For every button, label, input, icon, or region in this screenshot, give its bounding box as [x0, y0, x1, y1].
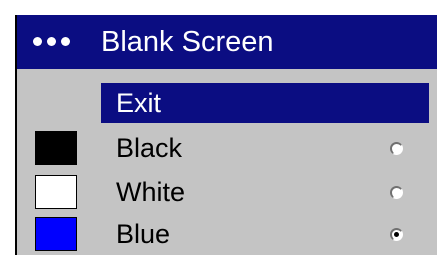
blank-screen-menu: Blank Screen Exit Black White Blue [15, 15, 439, 255]
blue-radio[interactable] [390, 228, 403, 241]
blue-swatch [35, 217, 77, 251]
black-swatch [35, 131, 77, 165]
option-label: White [116, 177, 186, 207]
menu-title: Blank Screen [101, 26, 274, 58]
option-blue[interactable]: Blue [17, 213, 437, 257]
white-radio[interactable] [390, 186, 403, 199]
option-white[interactable]: White [17, 171, 437, 215]
menu-title-bar: Blank Screen [17, 15, 437, 69]
black-radio[interactable] [390, 142, 403, 155]
option-label: Black [116, 133, 183, 163]
option-label: Blue [116, 219, 171, 249]
exit-menu-item[interactable]: Exit [101, 83, 429, 123]
option-black[interactable]: Black [17, 127, 437, 171]
exit-label: Exit [116, 88, 162, 118]
white-swatch [35, 175, 77, 209]
menu-dots-icon [33, 37, 70, 46]
